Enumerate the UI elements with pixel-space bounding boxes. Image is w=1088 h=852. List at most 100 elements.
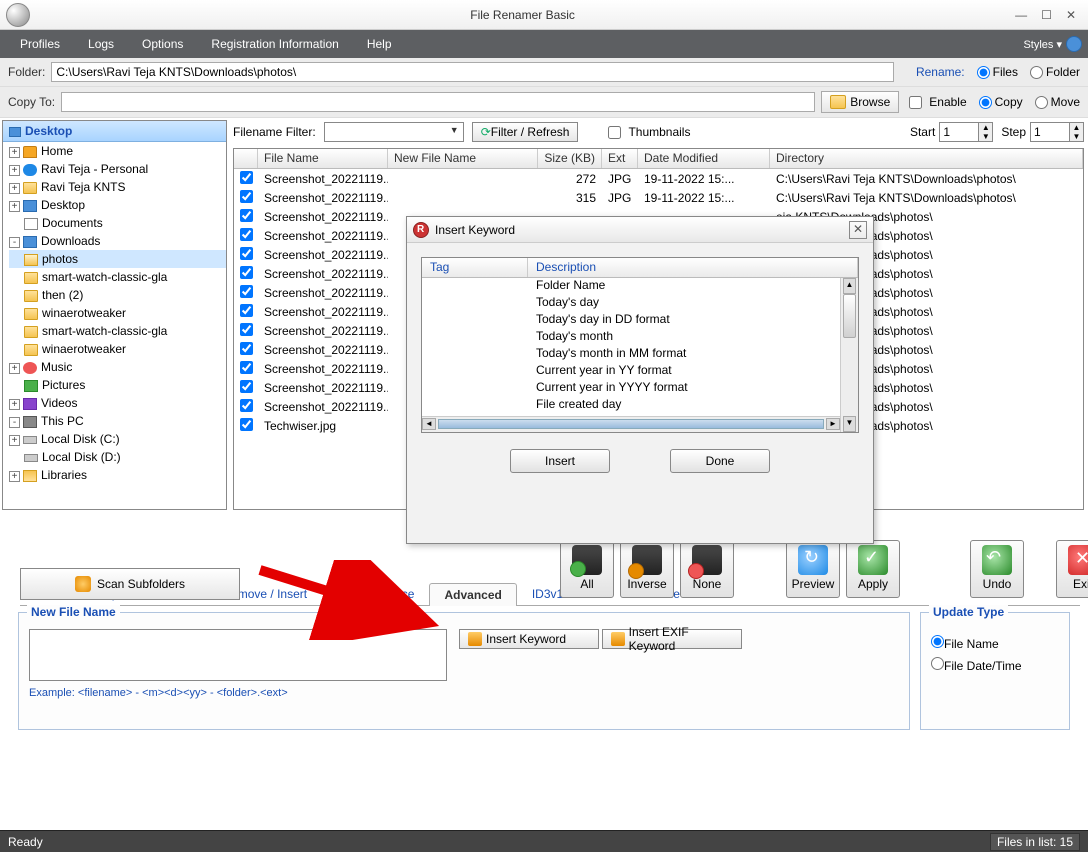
radio-update-datetime[interactable]: File Date/Time [931, 657, 1059, 673]
styles-dropdown[interactable]: Styles ▾ [1023, 38, 1066, 51]
scroll-up-icon[interactable]: ▲ [843, 278, 856, 294]
tree-item[interactable]: +Libraries [9, 466, 226, 484]
row-checkbox[interactable] [240, 361, 253, 374]
tree-item[interactable]: smart-watch-classic-gla [9, 268, 226, 286]
expander-icon[interactable]: + [9, 435, 20, 446]
tree-item[interactable]: Documents [9, 214, 226, 232]
row-checkbox[interactable] [240, 399, 253, 412]
menu-logs[interactable]: Logs [74, 33, 128, 55]
menu-help[interactable]: Help [353, 33, 406, 55]
dialog-hscrollbar[interactable]: ◄ ► [422, 416, 840, 432]
expander-icon[interactable]: + [9, 363, 20, 374]
insert-keyword-button[interactable]: Insert Keyword [459, 629, 599, 649]
radio-update-filename[interactable]: File Name [931, 635, 1059, 651]
filter-combo[interactable] [324, 122, 464, 142]
keyword-row[interactable]: Today's month in MM format [422, 346, 858, 363]
tab-find-replace[interactable]: Find / Replace [322, 582, 429, 605]
tree-item[interactable]: +Ravi Teja - Personal [9, 160, 226, 178]
col-size[interactable]: Size (KB) [538, 149, 602, 168]
thumbnails-checkbox[interactable]: Thumbnails [604, 123, 690, 142]
tree-item[interactable]: +Local Disk (C:) [9, 430, 226, 448]
row-checkbox[interactable] [240, 304, 253, 317]
col-newfilename[interactable]: New File Name [388, 149, 538, 168]
radio-move[interactable]: Move [1035, 95, 1080, 109]
tree-item[interactable]: -Downloads [9, 232, 226, 250]
tab-advanced[interactable]: Advanced [429, 583, 516, 606]
expander-icon[interactable]: + [9, 147, 20, 158]
dialog-close-button[interactable]: ✕ [849, 221, 867, 239]
hscroll-thumb[interactable] [438, 419, 824, 429]
tree-item[interactable]: then (2) [9, 286, 226, 304]
maximize-button[interactable]: ☐ [1041, 8, 1052, 22]
row-checkbox[interactable] [240, 171, 253, 184]
row-checkbox[interactable] [240, 209, 253, 222]
row-checkbox[interactable] [240, 380, 253, 393]
tree-item[interactable]: +Home [9, 142, 226, 160]
tree-item[interactable]: +Music [9, 358, 226, 376]
enable-checkbox[interactable]: Enable [905, 93, 966, 112]
keyword-row[interactable]: Current year in YYYY format [422, 380, 858, 397]
dialog-done-button[interactable]: Done [670, 449, 770, 473]
row-checkbox[interactable] [240, 342, 253, 355]
col-description[interactable]: Description [528, 258, 858, 277]
col-check[interactable] [234, 149, 258, 168]
exit-button[interactable]: Exit [1056, 540, 1088, 598]
keyword-list[interactable]: Tag Description Folder NameToday's dayTo… [421, 257, 859, 433]
scroll-left-icon[interactable]: ◄ [422, 418, 436, 430]
new-filename-input[interactable] [29, 629, 447, 681]
row-checkbox[interactable] [240, 323, 253, 336]
keyword-row[interactable]: Folder Name [422, 278, 858, 295]
scroll-right-icon[interactable]: ► [826, 418, 840, 430]
tree-item[interactable]: smart-watch-classic-gla [9, 322, 226, 340]
keyword-row[interactable]: File created day [422, 397, 858, 414]
menu-registration[interactable]: Registration Information [197, 33, 352, 55]
col-ext[interactable]: Ext [602, 149, 638, 168]
keyword-row[interactable]: Today's day [422, 295, 858, 312]
table-row[interactable]: Screenshot_20221119...272JPG19-11-2022 1… [234, 169, 1083, 188]
expander-icon[interactable]: + [9, 201, 20, 212]
scroll-thumb[interactable] [843, 294, 856, 338]
row-checkbox[interactable] [240, 285, 253, 298]
menu-options[interactable]: Options [128, 33, 197, 55]
keyword-row[interactable]: Today's day in DD format [422, 312, 858, 329]
tree-item[interactable]: -This PC [9, 412, 226, 430]
menu-profiles[interactable]: Profiles [6, 33, 74, 55]
row-checkbox[interactable] [240, 266, 253, 279]
scan-subfolders-button[interactable]: Scan Subfolders [20, 568, 240, 600]
radio-copy[interactable]: Copy [979, 95, 1023, 109]
apply-button[interactable]: Apply [846, 540, 900, 598]
all-button[interactable]: All [560, 540, 614, 598]
close-button[interactable]: ✕ [1066, 8, 1076, 22]
filter-refresh-button[interactable]: ⟳ Filter / Refresh [472, 122, 579, 142]
radio-folder[interactable]: Folder [1030, 65, 1080, 79]
start-spinner[interactable]: Start▲▼ [910, 122, 993, 142]
help-icon[interactable] [1066, 36, 1082, 52]
col-dir[interactable]: Directory [770, 149, 1083, 168]
tree-item[interactable]: Pictures [9, 376, 226, 394]
folder-input[interactable] [51, 62, 894, 82]
col-date[interactable]: Date Modified [638, 149, 770, 168]
col-filename[interactable]: File Name [258, 149, 388, 168]
dialog-vscrollbar[interactable]: ▲ ▼ [840, 278, 858, 432]
tree-item[interactable]: +Ravi Teja KNTS [9, 178, 226, 196]
expander-icon[interactable]: + [9, 183, 20, 194]
folder-tree[interactable]: Desktop +Home+Ravi Teja - Personal+Ravi … [2, 120, 227, 510]
tree-item[interactable]: winaerotweaker [9, 340, 226, 358]
preview-button[interactable]: Preview [786, 540, 840, 598]
table-row[interactable]: Screenshot_20221119...315JPG19-11-2022 1… [234, 188, 1083, 207]
keyword-row[interactable]: Today's month [422, 329, 858, 346]
copy-input[interactable] [61, 92, 815, 112]
inverse-button[interactable]: Inverse [620, 540, 674, 598]
keyword-row[interactable]: Current year in YY format [422, 363, 858, 380]
row-checkbox[interactable] [240, 190, 253, 203]
row-checkbox[interactable] [240, 418, 253, 431]
expander-icon[interactable]: + [9, 471, 20, 482]
expander-icon[interactable]: - [9, 237, 20, 248]
dialog-insert-button[interactable]: Insert [510, 449, 610, 473]
row-checkbox[interactable] [240, 228, 253, 241]
tree-item[interactable]: photos [9, 250, 226, 268]
step-spinner[interactable]: Step▲▼ [1001, 122, 1084, 142]
none-button[interactable]: None [680, 540, 734, 598]
row-checkbox[interactable] [240, 247, 253, 260]
tree-item[interactable]: Local Disk (D:) [9, 448, 226, 466]
